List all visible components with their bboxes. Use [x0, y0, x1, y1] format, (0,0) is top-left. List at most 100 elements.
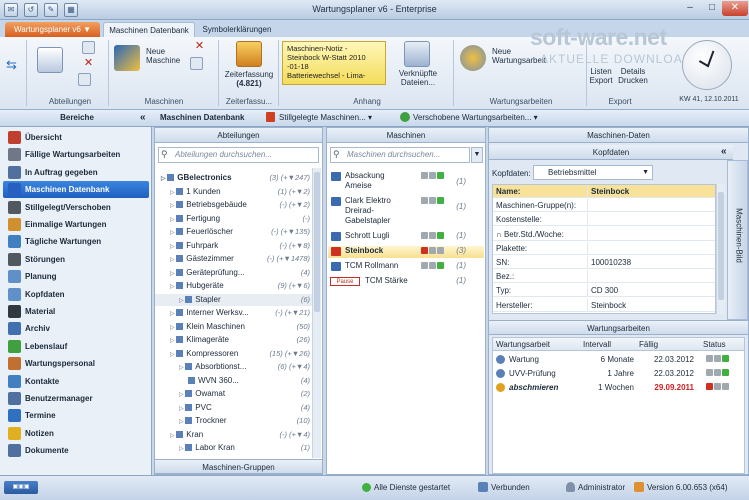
tree-item[interactable]: ▷ Feuerlöscher (-) (+▼135) [155, 226, 312, 238]
wartungsarbeit-row[interactable]: Wartung 6 Monate 22.03.2012 [493, 353, 744, 366]
app-icon[interactable]: ✉ [4, 3, 18, 17]
quick-access-icon-3[interactable]: ▦ [64, 3, 78, 17]
minimize-button[interactable]: – [678, 1, 702, 16]
col-header-status[interactable]: Status [703, 338, 726, 351]
neue-wartungsarbeit-icon[interactable] [460, 45, 486, 71]
stillgelegte-icon[interactable] [266, 112, 275, 122]
tree-item[interactable]: ▷ Kran (-) (+▼4) [155, 429, 312, 441]
details-drucken-button[interactable]: Details Drucken [616, 67, 650, 85]
sidebar-item[interactable]: Dokumente [3, 442, 149, 459]
maschine-item[interactable]: Pause TCM Stärke (1) [328, 276, 484, 288]
sidebar-item[interactable]: Maschinen Datenbank [3, 181, 149, 199]
abteilungen-scrollbar[interactable] [312, 168, 321, 458]
tree-item[interactable]: ▷ Trockner (10) [155, 415, 312, 427]
sidebar-item[interactable]: Benutzermanager [3, 390, 149, 407]
maschine-item[interactable]: Absackung Ameise (1) [328, 171, 484, 193]
sidebar-item[interactable]: Einmalige Wartungen [3, 216, 149, 233]
sidebar-item[interactable]: Material [3, 303, 149, 320]
sidebar-item[interactable]: Störungen [3, 251, 149, 268]
tree-item[interactable]: ▷ Klein Maschinen (50) [155, 321, 312, 333]
sidebar-item[interactable]: Wartungspersonal [3, 355, 149, 372]
nav-collapse-icon[interactable]: « [140, 112, 146, 123]
wartungsarbeit-row[interactable]: UVV-Prüfung 1 Jahre 22.03.2012 [493, 367, 744, 380]
quick-access-icon-2[interactable]: ✎ [44, 3, 58, 17]
listen-export-button[interactable]: Listen Export [587, 67, 615, 85]
kopfdaten-scrollbar[interactable] [716, 184, 725, 314]
maschine-delete-icon[interactable]: ✕ [193, 40, 206, 53]
tree-item[interactable]: ▷ Fuhrpark (-) (+▼8) [155, 240, 312, 252]
tree-item[interactable]: ▷ Fertigung (-) [155, 213, 312, 225]
tab-symbolerklaerungen[interactable]: Symbolerklärungen [198, 22, 276, 37]
verschobene-button[interactable]: Verschobene Wartungsarbeiten... ▾ [413, 113, 538, 122]
maschine-move-icon[interactable] [190, 57, 203, 70]
maschinen-search-input[interactable]: Maschinen durchsuchen... [330, 147, 470, 163]
tree-item[interactable]: ▷ Betriebsgebäude (-) (+▼2) [155, 199, 312, 211]
sidebar-item[interactable]: Planung [3, 268, 149, 285]
sidebar-item[interactable]: Übersicht [3, 129, 149, 146]
tree-item[interactable]: ▷ Interner Werksv... (-) (+▼21) [155, 307, 312, 319]
maschine-item[interactable]: Steinbock (3) [328, 246, 484, 258]
tree-item[interactable]: ▷ Gästezimmer (-) (+▼1478) [155, 253, 312, 265]
collapse-icon[interactable]: « [721, 146, 727, 157]
tree-item[interactable]: ▷ Absorbtionst... (6) (+▼4) [155, 361, 312, 373]
tree-item[interactable]: ▷ Owamat (2) [155, 388, 312, 400]
tab-maschinen-datenbank[interactable]: Maschinen Datenbank [103, 22, 195, 37]
neue-maschine-button[interactable]: Neue Maschine [146, 47, 188, 65]
kopfdaten-value[interactable]: 100010238 [591, 256, 631, 269]
maschinen-filter-dropdown[interactable]: ▼ [471, 147, 483, 163]
maschine-item[interactable]: TCM Rollmann (1) [328, 261, 484, 273]
kopfdaten-value[interactable]: CD 300 [591, 284, 618, 297]
abteilung-move-icon[interactable] [78, 73, 91, 86]
tree-item[interactable]: ▷ Hubgeräte (9) (+▼6) [155, 280, 312, 292]
maschine-item[interactable]: Schrott Lugli (1) [328, 231, 484, 243]
tree-item[interactable]: WVN 360... (4) [155, 375, 312, 387]
abteilung-new-icon[interactable] [37, 47, 63, 73]
zeiterfassung-button[interactable]: Zeiterfassung [222, 70, 276, 79]
maschine-item[interactable]: Clark Elektro Dreirad- Gabelstapler (1) [328, 196, 484, 228]
maschinen-bild-tab[interactable]: Maschinen-Bild [727, 160, 748, 320]
app-menu-button[interactable]: Wartungsplaner v6 ▼ [5, 22, 100, 37]
close-button[interactable]: ✕ [722, 1, 748, 16]
col-header-faellig[interactable]: Fällig [639, 338, 658, 351]
quick-access-icon-1[interactable]: ↺ [24, 3, 38, 17]
tree-item[interactable]: ▷ GBelectronics (3) (+▼247) [155, 172, 312, 184]
sidebar-item[interactable]: Stillgelegt/Verschoben [3, 199, 149, 216]
stillgelegte-button[interactable]: Stillgelegte Maschinen... ▾ [279, 113, 372, 122]
tree-item[interactable]: ▷ PVC (4) [155, 402, 312, 414]
verschobene-icon[interactable] [400, 112, 410, 122]
sidebar-item[interactable]: Kontakte [3, 373, 149, 390]
neue-maschine-icon[interactable] [114, 45, 140, 71]
sidebar-item[interactable]: Archiv [3, 320, 149, 337]
scrollbar-thumb[interactable] [314, 172, 320, 312]
tree-item[interactable]: ▷ Kompressoren (15) (+▼26) [155, 348, 312, 360]
abteilung-edit-icon[interactable] [82, 41, 95, 54]
tree-item[interactable]: ▷ Klimageräte (26) [155, 334, 312, 346]
sync-icon[interactable]: ⇆ [6, 57, 22, 73]
tree-item[interactable]: ▷ 1 Kunden (1) (+▼2) [155, 186, 312, 198]
tree-item[interactable]: ▷ Stapler (6) [155, 293, 312, 306]
col-header-arbeit[interactable]: Wartungsarbeit [496, 338, 550, 351]
sidebar-item[interactable]: Fällige Wartungsarbeiten [3, 146, 149, 163]
maschinen-notiz[interactable]: Maschinen-Notiz - Steinbock W-Statt 2010… [282, 41, 386, 85]
kopfdaten-value[interactable]: Steinbock [591, 185, 629, 198]
scrollbar-thumb[interactable] [718, 192, 724, 300]
tree-item[interactable]: ▷ Geräteprüfung... (4) [155, 267, 312, 279]
sidebar-item[interactable]: Lebenslauf [3, 338, 149, 355]
sidebar-item[interactable]: Kopfdaten [3, 286, 149, 303]
kopfdaten-value[interactable]: Steinbock [591, 299, 626, 312]
maximize-button[interactable]: □ [700, 1, 724, 16]
maschinen-gruppen-footer[interactable]: Maschinen-Gruppen [155, 459, 322, 474]
verknuepfte-dateien-button[interactable]: Verknüpfte Dateien... [392, 69, 444, 87]
zeiterfassung-icon[interactable] [236, 41, 262, 67]
abteilung-delete-icon[interactable]: ✕ [82, 57, 95, 70]
tree-item[interactable]: ▷ Labor Kran (1) [155, 442, 312, 454]
sidebar-item[interactable]: Termine [3, 407, 149, 424]
col-header-intervall[interactable]: Intervall [583, 338, 611, 351]
sidebar-item[interactable]: Notizen [3, 425, 149, 442]
sidebar-item[interactable]: Tägliche Wartungen [3, 233, 149, 250]
verknuepfte-dateien-icon[interactable] [404, 41, 430, 67]
wartungsarbeit-row[interactable]: abschmieren 1 Wochen 29.09.2011 [493, 381, 744, 394]
kopfdaten-select[interactable]: Betriebsmittel ▼ [533, 165, 653, 180]
sidebar-item[interactable]: In Auftrag gegeben [3, 164, 149, 181]
abteilungen-search-input[interactable]: Abteilungen durchsuchen... [158, 147, 319, 163]
